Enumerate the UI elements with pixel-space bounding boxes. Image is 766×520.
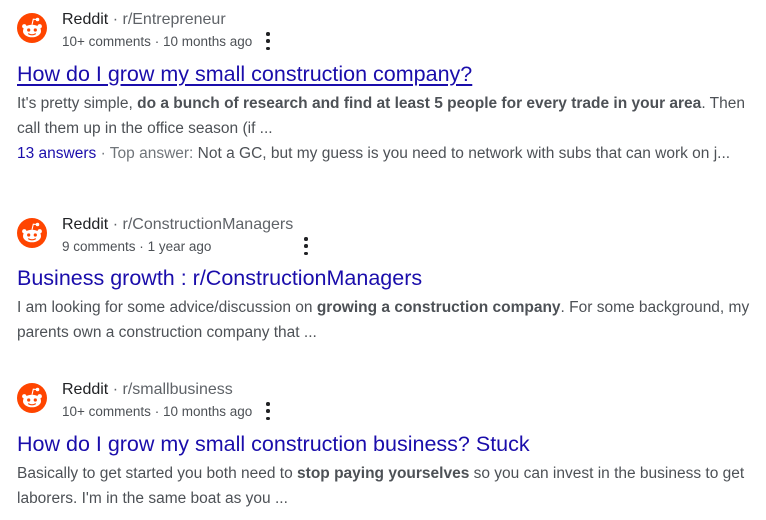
reddit-logo-icon <box>17 383 47 413</box>
search-result-2: Reddit · r/ConstructionManagers 9 commen… <box>17 216 757 345</box>
path-separator: · <box>112 216 119 233</box>
answers-count-link[interactable]: 13 answers <box>17 145 96 162</box>
answers-separator: · <box>100 145 106 162</box>
result-source[interactable]: Reddit · r/smallbusiness 10+ comments · … <box>17 381 757 421</box>
meta-separator: · <box>154 34 160 49</box>
result-meta: 10+ comments · 10 months ago <box>62 34 252 49</box>
comment-count: 10+ comments <box>62 34 151 49</box>
post-age: 1 year ago <box>147 239 212 254</box>
snippet-highlight: growing a construction company <box>316 299 561 316</box>
result-site: Reddit · r/Entrepreneur <box>62 11 226 29</box>
result-snippet: I am looking for some advice/discussion … <box>17 295 757 345</box>
reddit-logo-icon <box>17 13 47 43</box>
site-name: Reddit <box>62 216 109 233</box>
top-answer-label: Top answer: <box>109 145 194 162</box>
result-meta: 9 comments · 1 year ago <box>62 239 211 254</box>
site-path: r/Entrepreneur <box>122 11 226 28</box>
top-answer-text: Not a GC, but my guess is you need to ne… <box>197 145 731 162</box>
result-title-link[interactable]: How do I grow my small construction comp… <box>17 60 757 88</box>
snippet-highlight: do a bunch of research and find at least… <box>137 95 702 112</box>
site-name: Reddit <box>62 11 109 28</box>
answers-row: 13 answers · Top answer: Not a GC, but m… <box>17 141 757 166</box>
result-title-link[interactable]: Business growth : r/ConstructionManagers <box>17 264 757 292</box>
snippet-text: I am looking for some advice/discussion … <box>17 299 317 316</box>
result-source[interactable]: Reddit · r/ConstructionManagers 9 commen… <box>17 216 757 256</box>
result-snippet: Basically to get started you both need t… <box>17 461 757 511</box>
search-result-1: Reddit · r/Entrepreneur 10+ comments · 1… <box>17 11 757 166</box>
path-separator: · <box>112 11 119 28</box>
result-source[interactable]: Reddit · r/Entrepreneur 10+ comments · 1… <box>17 11 757 51</box>
comment-count: 10+ comments <box>62 404 151 419</box>
search-result-3: Reddit · r/smallbusiness 10+ comments · … <box>17 381 757 511</box>
post-age: 10 months ago <box>162 34 253 49</box>
comment-count: 9 comments <box>62 239 136 254</box>
snippet-highlight: stop paying yourselves <box>297 465 470 482</box>
post-age: 10 months ago <box>162 404 253 419</box>
result-meta: 10+ comments · 10 months ago <box>62 404 252 419</box>
site-name: Reddit <box>62 381 109 398</box>
reddit-logo-icon <box>17 218 47 248</box>
site-path: r/ConstructionManagers <box>122 216 294 233</box>
more-vert-icon[interactable] <box>262 402 274 420</box>
more-vert-icon[interactable] <box>262 32 274 50</box>
site-path: r/smallbusiness <box>122 381 233 398</box>
meta-separator: · <box>139 239 144 254</box>
snippet-text: It's pretty simple, <box>17 95 138 112</box>
result-site: Reddit · r/ConstructionManagers <box>62 216 293 234</box>
more-vert-icon[interactable] <box>300 237 312 255</box>
snippet-text: Basically to get started you both need t… <box>17 465 298 482</box>
result-site: Reddit · r/smallbusiness <box>62 381 233 399</box>
path-separator: · <box>112 381 119 398</box>
meta-separator: · <box>154 404 160 419</box>
result-snippet: It's pretty simple, do a bunch of resear… <box>17 91 757 141</box>
result-title-link[interactable]: How do I grow my small construction busi… <box>17 430 757 458</box>
